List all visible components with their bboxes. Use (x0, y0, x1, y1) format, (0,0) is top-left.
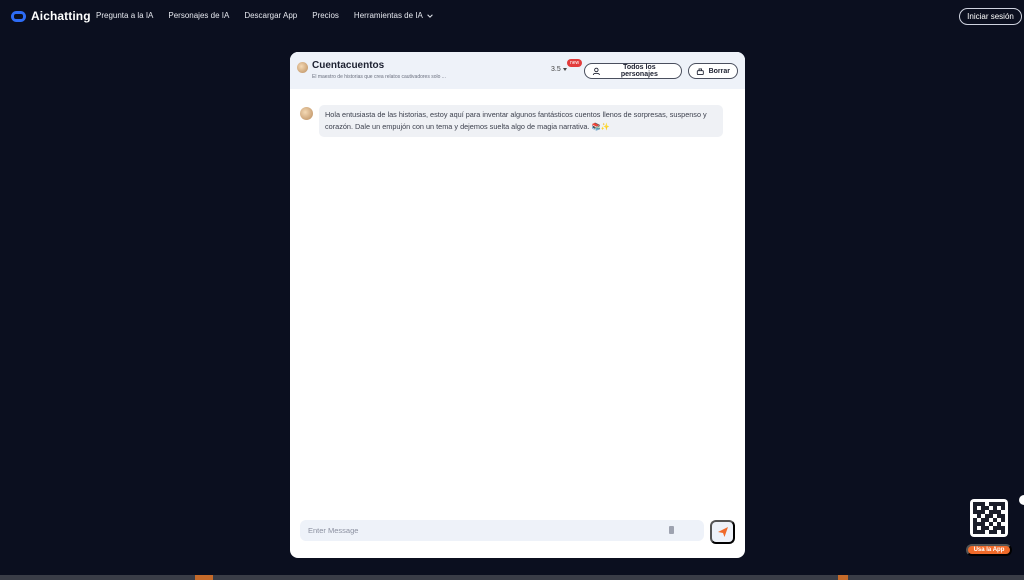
character-name: Cuentacuentos (312, 60, 385, 71)
message-text: Hola entusiasta de las historias, estoy … (319, 105, 723, 138)
model-version: 3.5 (551, 66, 561, 73)
all-characters-button[interactable]: Todos los personajes (584, 63, 682, 79)
logo-icon (11, 10, 26, 22)
app-qr-code[interactable] (970, 499, 1008, 537)
side-handle[interactable] (1019, 495, 1024, 505)
send-icon (717, 527, 728, 537)
character-avatar (297, 62, 308, 73)
nav-pricing[interactable]: Precios (312, 11, 339, 20)
chevron-down-icon (427, 13, 433, 18)
new-badge: new (567, 59, 583, 67)
attach-icon[interactable] (669, 526, 674, 534)
chat-panel: Cuentacuentos El maestro de historias qu… (290, 52, 745, 558)
message-input-container (300, 520, 704, 541)
chat-header: Cuentacuentos El maestro de historias qu… (290, 52, 745, 89)
use-app-button[interactable]: Usa la App (966, 544, 1012, 556)
send-button[interactable] (710, 520, 735, 544)
login-button[interactable]: Iniciar sesión (959, 8, 1022, 25)
nav-ai-tools-label: Herramientas de IA (353, 11, 423, 20)
top-navbar: Aichatting Pregunta a la IA Personajes d… (0, 0, 1024, 34)
clear-button[interactable]: Borrar (688, 63, 738, 79)
assistant-message: Hola entusiasta de las historias, estoy … (300, 105, 723, 138)
message-avatar (300, 107, 313, 120)
nav-ai-characters[interactable]: Personajes de IA (168, 11, 229, 20)
taskbar-strip (0, 575, 1024, 580)
all-characters-label: Todos los personajes (620, 64, 658, 78)
nav-download-app[interactable]: Descargar App (244, 11, 297, 20)
main-nav: Pregunta a la IA Personajes de IA Descar… (96, 11, 434, 20)
person-icon (592, 67, 600, 75)
brand-name: Aichatting (31, 9, 91, 23)
brand-logo[interactable]: Aichatting (11, 9, 91, 23)
caret-down-icon (562, 68, 567, 71)
model-selector[interactable]: 3.5 (551, 66, 567, 73)
nav-ask-ai[interactable]: Pregunta a la IA (96, 11, 153, 20)
taskbar-item[interactable] (838, 575, 848, 580)
nav-ai-tools[interactable]: Herramientas de IA (354, 11, 434, 20)
taskbar-item[interactable] (195, 575, 213, 580)
qr-code-icon (973, 502, 1005, 534)
message-input[interactable] (300, 520, 704, 541)
broom-icon (696, 67, 704, 75)
character-description: El maestro de historias que crea relatos… (312, 74, 446, 80)
clear-label: Borrar (708, 67, 730, 75)
